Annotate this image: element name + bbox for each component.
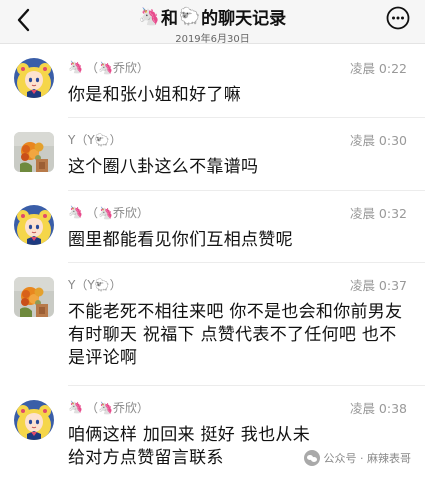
- sheep-icon: 🐑: [179, 6, 201, 27]
- avatar[interactable]: [14, 58, 54, 98]
- chat-date: 2019年6月30日: [175, 34, 250, 45]
- watermark-text: 公众号 · 麻辣表哥: [323, 452, 412, 465]
- message-text: 圈里都能看见你们互相点赞呢: [68, 230, 293, 250]
- message-text: 咱俩这样 加回来 挺好 我也从未给对方点赞留言联系: [68, 425, 311, 468]
- sender-name: Y（Y🐑）: [68, 275, 122, 293]
- sender-name-text: Y（Y🐑）: [68, 132, 122, 147]
- sender-name-text: （🦄乔欣）: [85, 60, 149, 75]
- message-text: 不能老死不相往来吧 你不是也会和你前男友有时聊天 祝福下 点赞代表不了任何吧 也…: [68, 302, 403, 368]
- wechat-icon: [303, 450, 320, 466]
- more-button[interactable]: [385, 5, 411, 31]
- sailor-moon-avatar-icon: [14, 205, 54, 245]
- sender-name-text: Y（Y🐑）: [68, 277, 122, 292]
- more-dots-icon: [386, 6, 410, 30]
- message-text: 这个圈八卦这么不靠谱吗: [68, 157, 259, 177]
- message-time: 凌晨 0:38: [349, 401, 407, 416]
- title-and: 和: [161, 9, 178, 29]
- unicorn-icon: 🦄: [138, 6, 160, 27]
- avatar[interactable]: [14, 277, 54, 317]
- flowers-avatar-icon: [14, 277, 54, 317]
- title-suffix: 的聊天记录: [201, 9, 287, 29]
- watermark: 公众号 · 麻辣表哥: [303, 450, 412, 466]
- message-time: 凌晨 0:32: [349, 206, 407, 221]
- avatar[interactable]: [14, 400, 54, 440]
- unicorn-icon: 🦄: [68, 400, 83, 414]
- sender-name-text: （🦄乔欣）: [85, 205, 149, 220]
- message-divider: [68, 190, 425, 191]
- message-divider: [68, 385, 425, 386]
- sender-name-text: （🦄乔欣）: [85, 400, 149, 415]
- unicorn-icon: 🦄: [68, 205, 83, 219]
- chat-history-header: 🦄 和 🐑 的聊天记录 2019年6月30日: [0, 0, 425, 46]
- sender-name: 🦄 （🦄乔欣）: [68, 58, 149, 76]
- sailor-moon-avatar-icon: [14, 58, 54, 98]
- sender-name: Y（Y🐑）: [68, 130, 122, 148]
- message-time: 凌晨 0:37: [349, 278, 407, 293]
- unicorn-icon: 🦄: [68, 60, 83, 74]
- message-time: 凌晨 0:30: [349, 133, 407, 148]
- sender-name: 🦄 （🦄乔欣）: [68, 398, 149, 416]
- header-title-block: 🦄 和 🐑 的聊天记录 2019年6月30日: [0, 4, 425, 46]
- message-divider: [68, 262, 425, 263]
- message-text: 你是和张小姐和好了嘛: [68, 85, 241, 105]
- page-title: 🦄 和 🐑 的聊天记录: [138, 4, 287, 30]
- message-time: 凌晨 0:22: [349, 61, 407, 76]
- avatar[interactable]: [14, 205, 54, 245]
- flowers-avatar-icon: [14, 132, 54, 172]
- message-divider: [68, 117, 425, 118]
- avatar[interactable]: [14, 132, 54, 172]
- sender-name: 🦄 （🦄乔欣）: [68, 203, 149, 221]
- sailor-moon-avatar-icon: [14, 400, 54, 440]
